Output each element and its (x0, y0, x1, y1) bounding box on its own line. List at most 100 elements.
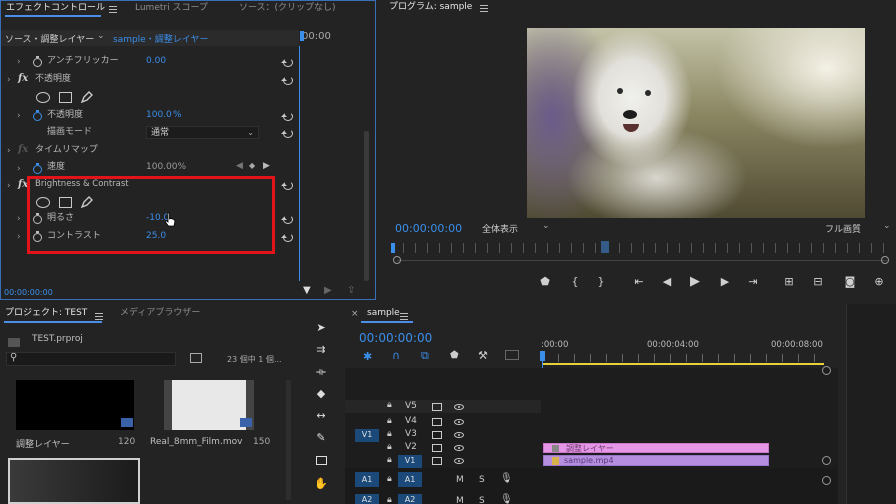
sample-video-clip[interactable]: sample.mp4 (543, 455, 769, 466)
source-patch-v1[interactable]: V1 (355, 429, 379, 442)
timeline-vscroll-top-handle[interactable] (822, 366, 831, 375)
go-to-in-icon[interactable]: ⇤ (632, 275, 646, 289)
opacity-value[interactable]: 100.0 (146, 108, 172, 123)
opacity-reset-icon[interactable] (281, 76, 293, 85)
adjustment-layer-clip[interactable]: 調整レイヤー (543, 443, 769, 453)
opacity-ellipse-mask-icon[interactable] (36, 92, 50, 103)
track-target-a1[interactable]: A1 (398, 472, 422, 487)
eye-icon[interactable] (454, 445, 464, 451)
tab-lumetri-scopes[interactable]: Lumetri スコープ (135, 1, 208, 16)
ec-playhead-marker[interactable] (300, 31, 304, 41)
contrast-reset-icon[interactable] (281, 233, 293, 242)
opacity-expand-chevron-icon[interactable]: › (7, 75, 11, 85)
button-editor-icon[interactable]: ⊕ (872, 275, 886, 289)
track-target-v1[interactable]: V1 (398, 455, 422, 468)
microphone-icon[interactable]: 🎙︎ (500, 494, 513, 504)
antiflicker-expand-chevron-icon[interactable]: › (17, 57, 21, 67)
filter-icon[interactable]: ▼ (303, 285, 311, 296)
sync-lock-icon[interactable] (432, 403, 442, 411)
tab-project[interactable]: プロジェクト: TEST (5, 306, 87, 321)
rectangle-tool-icon[interactable] (314, 456, 328, 468)
solo-button[interactable]: S (479, 496, 485, 504)
eye-icon[interactable] (454, 419, 464, 425)
add-marker-icon[interactable]: ⬟ (450, 350, 459, 361)
project-menu-icon[interactable] (95, 313, 103, 320)
play-icon[interactable]: ▶ (688, 275, 702, 289)
sync-lock-icon[interactable] (432, 444, 442, 452)
opacity-stopwatch-icon[interactable] (33, 110, 42, 121)
pen-tool-icon[interactable]: ✎ (314, 432, 328, 444)
thumb-adjustment-layer[interactable] (16, 380, 134, 430)
tab-media-browser[interactable]: メディアブラウザー (120, 306, 200, 321)
bc-reset-icon[interactable] (281, 181, 293, 190)
antiflicker-stopwatch-icon[interactable] (33, 56, 42, 67)
timeline-timecode[interactable]: 00:00:00:00 (359, 331, 432, 345)
blend-mode-dropdown[interactable]: 通常 ⌄ (146, 126, 259, 139)
sequence-clip-label[interactable]: sample・調整レイヤー (113, 32, 208, 45)
quality-dropdown[interactable]: フル画質 ⌄ (825, 221, 895, 235)
opacity-value-reset-icon[interactable] (281, 112, 293, 121)
opacity-fx-icon[interactable]: fx (18, 73, 28, 84)
track-select-tool-icon[interactable]: ⇉ (314, 344, 328, 356)
timeline-menu-icon[interactable] (400, 313, 408, 320)
program-scroll-track[interactable] (397, 260, 887, 261)
program-timecode[interactable]: 00:00:00:00 (395, 222, 462, 235)
project-search-input[interactable] (6, 352, 176, 366)
microphone-icon[interactable]: 🎙︎ (500, 473, 513, 484)
blend-mode-reset-icon[interactable] (281, 129, 293, 138)
step-back-icon[interactable]: ◀ (660, 275, 674, 289)
opacity-param-chevron-icon[interactable]: › (17, 111, 21, 121)
hand-tool-icon[interactable]: ✋ (314, 478, 328, 490)
tab-source[interactable]: ソース：(クリップなし) (239, 1, 336, 16)
timeline-close-icon[interactable]: × (351, 309, 359, 319)
brightness-reset-icon[interactable] (281, 215, 293, 224)
program-menu-icon[interactable] (480, 5, 488, 12)
opacity-pen-mask-icon[interactable] (81, 91, 93, 103)
wrench-icon[interactable]: ⚒ (478, 349, 488, 362)
mute-button[interactable]: M (456, 496, 464, 504)
sync-lock-icon[interactable] (432, 431, 442, 439)
timeline-ruler[interactable] (542, 354, 824, 362)
source-clip-label[interactable]: ソース・調整レイヤー (5, 32, 94, 45)
snap-icon[interactable]: ∩ (392, 349, 400, 362)
new-bin-icon[interactable] (190, 353, 202, 363)
tab-effect-controls[interactable]: エフェクトコントロール (6, 1, 105, 16)
eye-icon[interactable] (454, 432, 464, 438)
time-remap-chevron-icon[interactable]: › (7, 146, 11, 156)
selection-tool-icon[interactable]: ➤ (314, 322, 328, 334)
contrast-chevron-icon[interactable]: › (17, 232, 21, 242)
go-to-out-icon[interactable]: ⇥ (746, 275, 760, 289)
antiflicker-reset-icon[interactable] (281, 58, 293, 67)
lock-icon[interactable]: 🔒︎ (387, 474, 392, 484)
mute-button[interactable]: M (456, 475, 464, 485)
export-icon[interactable]: ⇪ (347, 285, 355, 296)
lock-icon[interactable]: 🔒︎ (387, 400, 392, 410)
program-ruler[interactable] (391, 243, 891, 253)
lock-icon[interactable]: 🔒︎ (387, 442, 392, 452)
add-marker-icon[interactable]: ⬟ (538, 275, 552, 289)
eye-icon[interactable] (454, 458, 464, 464)
linked-selection-icon[interactable]: ⧉ (421, 349, 429, 363)
lock-icon[interactable]: 🔒︎ (387, 455, 392, 465)
solo-button[interactable]: S (479, 475, 485, 485)
program-scroll-right-handle[interactable] (881, 256, 889, 264)
razor-tool-icon[interactable]: ◆ (314, 388, 328, 400)
speed-stopwatch-icon[interactable] (33, 163, 42, 174)
extract-icon[interactable]: ⊟ (811, 275, 825, 289)
source-patch-a2[interactable]: A2 (355, 494, 379, 504)
effect-controls-menu-icon[interactable] (109, 6, 117, 13)
export-frame-icon[interactable]: ◙ (843, 275, 857, 289)
lock-icon[interactable]: 🔒︎ (387, 429, 392, 439)
tab-program[interactable]: プログラム: sample (389, 0, 472, 15)
program-playhead[interactable] (391, 243, 395, 253)
track-target-a2[interactable]: A2 (398, 494, 422, 504)
step-forward-icon[interactable]: ▶ (718, 275, 732, 289)
lock-icon[interactable]: 🔒︎ (387, 495, 392, 504)
ripple-edit-tool-icon[interactable]: ⟛ (314, 366, 328, 378)
sync-lock-icon[interactable] (432, 457, 442, 465)
lock-icon[interactable]: 🔒︎ (387, 416, 392, 426)
tab-timeline-sample[interactable]: sample (367, 306, 400, 321)
next-keyframe-icon[interactable]: ▶ (263, 161, 270, 171)
thumb-sequence[interactable] (8, 458, 140, 504)
play-audio-icon[interactable]: ▶ (324, 285, 332, 296)
